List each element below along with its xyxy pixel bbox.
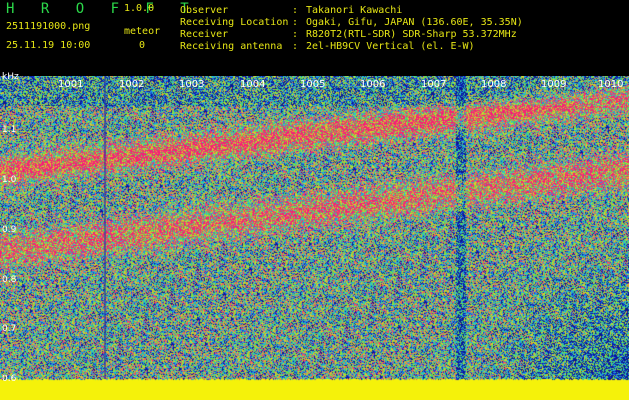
- y-tick-label: 0.9: [2, 225, 17, 235]
- app-title: H R O F F T: [6, 1, 198, 17]
- location-value: Ogaki, Gifu, JAPAN (136.60E, 35.35N): [306, 17, 523, 28]
- file-datetime: 25.11.19 10:00: [6, 40, 91, 51]
- y-axis-unit: kHz: [2, 72, 19, 82]
- observer-label: Observer: [180, 5, 229, 16]
- antenna-colon: :: [292, 41, 299, 52]
- app-version: 1.0.0: [124, 3, 155, 14]
- meteor-count: 0: [139, 40, 146, 51]
- x-tick-label: 1001: [58, 79, 84, 90]
- y-tick-label: 0.8: [2, 275, 17, 285]
- x-tick-label: 1004: [240, 79, 266, 90]
- x-tick-label: 1008: [481, 79, 507, 90]
- header-panel: H R O F F T 1.0.0 2511191000.png meteor …: [0, 0, 629, 76]
- x-tick-label: 1007: [421, 79, 447, 90]
- x-tick-label: 1002: [119, 79, 145, 90]
- x-tick-label: 1009: [541, 79, 567, 90]
- y-tick-label: 1.1: [2, 125, 17, 135]
- observer-colon: :: [292, 5, 299, 16]
- observer-value: Takanori Kawachi: [306, 5, 403, 16]
- y-tick-label: 0.6: [2, 374, 17, 384]
- x-tick-label: 1005: [300, 79, 326, 90]
- file-name: 2511191000.png: [6, 21, 91, 32]
- x-tick-label: 1010: [598, 79, 624, 90]
- x-tick-label: 1003: [179, 79, 205, 90]
- receiver-label: Receiver: [180, 29, 229, 40]
- y-tick-label: 1.0: [2, 175, 17, 185]
- spectrogram-image: [0, 76, 629, 400]
- location-colon: :: [292, 17, 299, 28]
- y-tick-label: 0.7: [2, 324, 17, 334]
- receiver-colon: :: [292, 29, 299, 40]
- receiver-value: R820T2(RTL-SDR) SDR-Sharp 53.372MHz: [306, 29, 517, 40]
- location-label: Receiving Location: [180, 17, 289, 28]
- meteor-label: meteor: [124, 26, 161, 37]
- antenna-value: 2el-HB9CV Vertical (el. E-W): [306, 41, 475, 52]
- x-tick-label: 1006: [360, 79, 386, 90]
- antenna-label: Receiving antenna: [180, 41, 283, 52]
